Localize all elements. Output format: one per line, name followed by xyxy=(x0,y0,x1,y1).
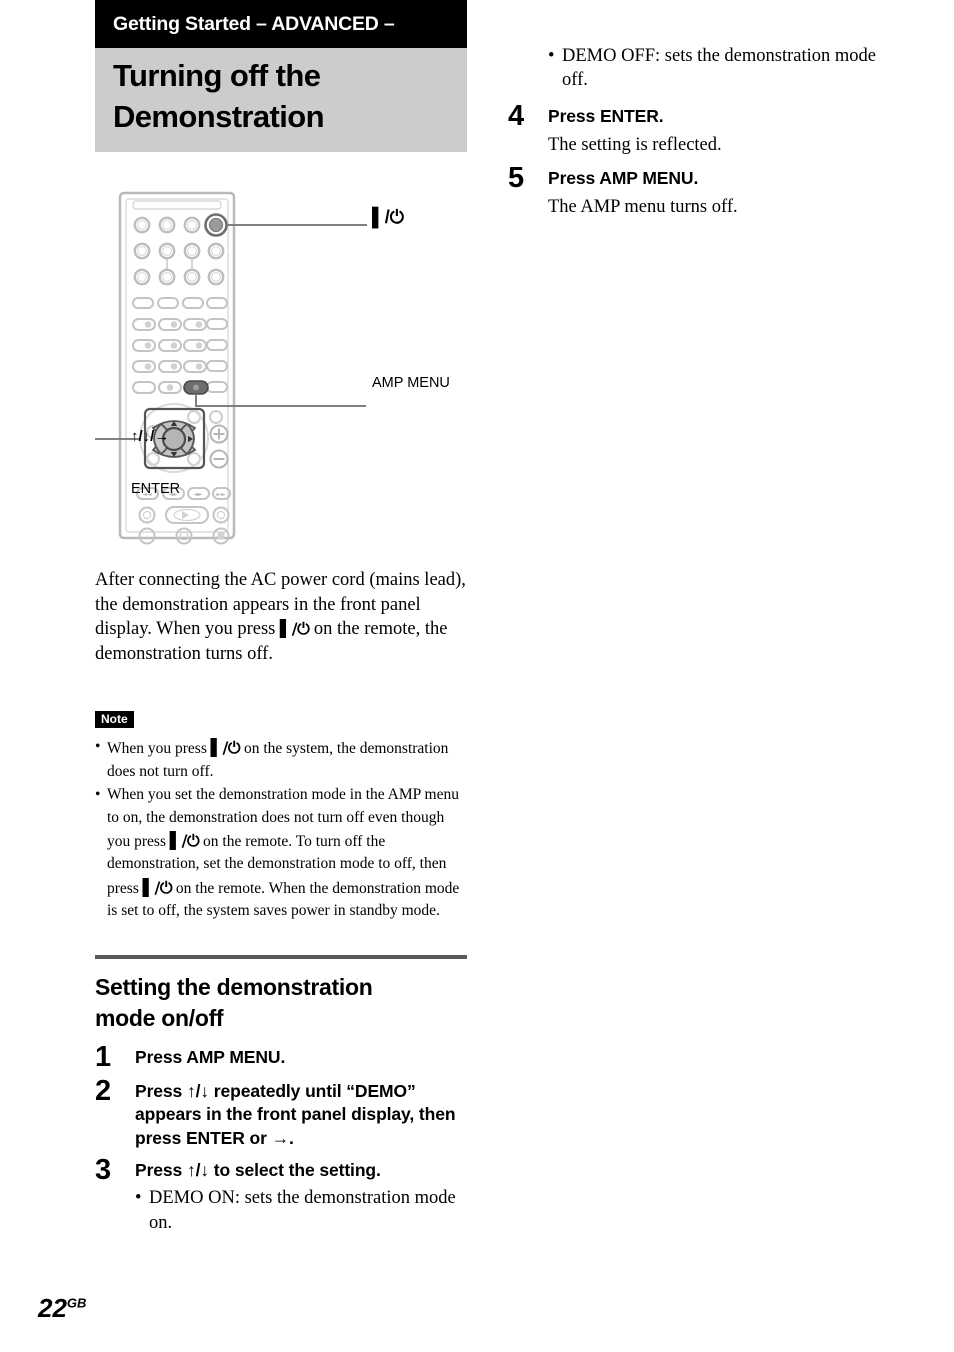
page-title-line1: Turning off the xyxy=(113,58,321,94)
option-demo-off: DEMO OFF: sets the demonstration mode of… xyxy=(548,44,898,93)
figure-label-enter: ENTER xyxy=(131,481,181,498)
step-content: Press ↑/↓ to select the setting. DEMO ON… xyxy=(135,1159,467,1235)
subsection-heading-line2: mode on/off xyxy=(95,1004,224,1031)
note-list: When you press ▌/⏻ on the system, the de… xyxy=(95,736,467,923)
page-number: 22 xyxy=(38,1293,67,1323)
region-code: GB xyxy=(66,1295,87,1311)
page-title-line2: Demonstration xyxy=(113,99,325,135)
step-content: Press AMP MENU. The AMP menu turns off. xyxy=(548,167,898,220)
step-content: Press AMP MENU. xyxy=(135,1046,467,1069)
figure-label-amp-menu: AMP MENU xyxy=(372,375,450,392)
note-item: When you press ▌/⏻ on the system, the de… xyxy=(95,736,467,783)
subsection-heading-line1: Setting the demonstration xyxy=(95,973,373,1000)
subsection-heading: Setting the demonstration mode on/off xyxy=(95,972,467,1034)
step-number: 2 xyxy=(95,1075,112,1108)
step-number: 4 xyxy=(508,99,525,132)
power-icon: ▌/⏻ xyxy=(279,619,310,639)
remote-control-figure: ◄◄ ◄► ◄► ►► ▌/⏻ AMP MENU ↑/↓/→ ENTER xyxy=(95,185,467,550)
note-badge: Note xyxy=(95,711,134,729)
left-column: Getting Started – ADVANCED – Turning off… xyxy=(95,0,467,1244)
step-number: 5 xyxy=(508,162,525,195)
step-number: 1 xyxy=(95,1040,112,1073)
chapter-band: Getting Started – ADVANCED – xyxy=(95,0,467,49)
step-3-options: DEMO ON: sets the demonstration mode on. xyxy=(135,1186,467,1235)
svg-text:◄►: ◄► xyxy=(193,491,203,498)
step-title: Press ↑/↓ to select the setting. xyxy=(135,1159,381,1180)
power-icon: ▌/⏻ xyxy=(142,877,173,897)
power-icon: ▌/⏻ xyxy=(169,831,200,850)
page-folio: 22GB xyxy=(38,1293,86,1324)
step-title: Press AMP MENU. xyxy=(548,168,699,189)
step-2: 2 Press ↑/↓ repeatedly until “DEMO” appe… xyxy=(95,1075,467,1150)
step-description: The AMP menu turns off. xyxy=(548,197,738,218)
step-description: The setting is reflected. xyxy=(548,135,722,156)
right-column: DEMO OFF: sets the demonstration mode of… xyxy=(508,0,898,229)
note-item: When you set the demonstration mode in t… xyxy=(95,784,467,923)
figure-label-arrows: ↑/↓/→ xyxy=(131,427,170,445)
step-title: Press ENTER. xyxy=(548,105,664,126)
procedure-steps-left: 1 Press AMP MENU. 2 Press ↑/↓ repeatedly… xyxy=(95,1040,467,1235)
figure-label-power: ▌/⏻ xyxy=(372,207,404,228)
note-1-part1: When you press xyxy=(107,740,211,758)
procedure-steps-right: 4 Press ENTER. The setting is reflected.… xyxy=(508,99,898,220)
step-3-options-continued: DEMO OFF: sets the demonstration mode of… xyxy=(508,44,898,93)
step-5: 5 Press AMP MENU. The AMP menu turns off… xyxy=(508,162,898,220)
intro-paragraph: After connecting the AC power cord (main… xyxy=(95,568,467,666)
power-icon: ▌/⏻ xyxy=(210,738,241,758)
step-content: Press ENTER. The setting is reflected. xyxy=(548,105,898,158)
step-3: 3 Press ↑/↓ to select the setting. DEMO … xyxy=(95,1153,467,1235)
figure-label-arrows-enter: ↑/↓/→ ENTER xyxy=(131,392,180,534)
page-title: Turning off the Demonstration xyxy=(95,48,467,153)
step-content: Press ↑/↓ repeatedly until “DEMO” appear… xyxy=(135,1080,467,1150)
option-demo-on: DEMO ON: sets the demonstration mode on. xyxy=(135,1186,467,1235)
svg-text:►►: ►► xyxy=(216,491,226,498)
manual-page: Getting Started – ADVANCED – Turning off… xyxy=(0,0,954,1352)
section-divider xyxy=(95,954,467,959)
step-4: 4 Press ENTER. The setting is reflected. xyxy=(508,99,898,158)
step-title: Press ↑/↓ repeatedly until “DEMO” appear… xyxy=(135,1081,456,1148)
step-1: 1 Press AMP MENU. xyxy=(95,1040,467,1073)
step-number: 3 xyxy=(95,1153,112,1186)
step-title: Press AMP MENU. xyxy=(135,1046,286,1067)
